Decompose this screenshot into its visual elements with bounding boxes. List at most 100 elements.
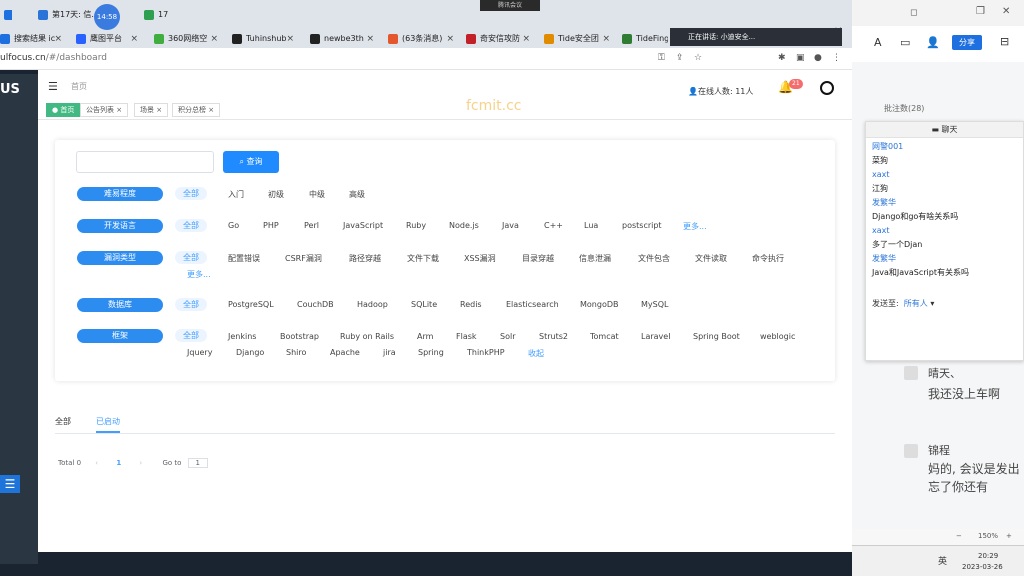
opt-db[interactable]: MySQL bbox=[641, 300, 668, 309]
opt-vuln[interactable]: XSS漏洞 bbox=[464, 253, 496, 264]
collapse-link[interactable]: 收起 bbox=[528, 348, 544, 359]
restore-icon[interactable]: ❐ bbox=[976, 6, 985, 17]
tag-notices[interactable]: 公告列表 × bbox=[80, 103, 129, 117]
key-icon[interactable]: ⚿ bbox=[658, 53, 665, 63]
tab-eagle[interactable]: 鹰图平台 × bbox=[76, 30, 138, 48]
window-restore-icon[interactable]: ◻ bbox=[910, 8, 917, 18]
hamburger-icon[interactable]: ☰ bbox=[48, 80, 58, 93]
zoom-level[interactable]: 150% bbox=[978, 532, 998, 540]
opt-language[interactable]: C++ bbox=[544, 221, 563, 230]
opt-vuln[interactable]: 配置错误 bbox=[228, 253, 260, 264]
tab-started[interactable]: 已启动 bbox=[96, 416, 120, 427]
tab-tidefinger[interactable]: TideFinger bbox=[622, 30, 668, 48]
more-language-link[interactable]: 更多... bbox=[683, 221, 707, 232]
tab-search[interactable]: 搜索结果 ic × bbox=[0, 30, 62, 48]
opt-language[interactable]: Go bbox=[228, 221, 239, 230]
opt-framework[interactable]: Bootstrap bbox=[280, 332, 319, 341]
opt-framework[interactable]: Ruby on Rails bbox=[340, 332, 394, 341]
share-button[interactable]: 分享 bbox=[952, 35, 982, 50]
opt-db[interactable]: Elasticsearch bbox=[506, 300, 559, 309]
opt-framework[interactable]: jira bbox=[383, 348, 396, 357]
zoom-in-icon[interactable]: + bbox=[1006, 532, 1012, 540]
opt-language[interactable]: Lua bbox=[584, 221, 598, 230]
sidebar-icon[interactable]: ▣ bbox=[796, 53, 805, 63]
opt-framework[interactable]: Spring bbox=[418, 348, 444, 357]
opt-vuln[interactable]: 文件下载 bbox=[407, 253, 439, 264]
opt-framework[interactable]: Arm bbox=[417, 332, 433, 341]
tag-scenes[interactable]: 场景 × bbox=[134, 103, 169, 117]
tab-github-1[interactable]: Tuhinshub × bbox=[232, 30, 294, 48]
share-icon[interactable]: ⇪ bbox=[676, 53, 684, 63]
tag-rank[interactable]: 积分总榜 × bbox=[172, 103, 221, 117]
opt-framework[interactable]: Tomcat bbox=[590, 332, 619, 341]
opt-framework[interactable]: weblogic bbox=[760, 332, 795, 341]
tab-360[interactable]: 360网络空 × bbox=[154, 30, 218, 48]
zoom-out-icon[interactable]: − bbox=[956, 532, 962, 540]
opt-vuln[interactable]: 命令执行 bbox=[752, 253, 784, 264]
opt-framework[interactable]: Django bbox=[236, 348, 264, 357]
opt-vuln[interactable]: CSRF漏洞 bbox=[285, 253, 322, 264]
opt-language-all[interactable]: 全部 bbox=[175, 219, 207, 232]
opt-difficulty[interactable]: 入门 bbox=[228, 189, 244, 200]
goto-input[interactable]: 1 bbox=[187, 458, 208, 468]
extensions-icon[interactable]: ✱ bbox=[778, 53, 786, 63]
opt-difficulty-all[interactable]: 全部 bbox=[175, 187, 207, 200]
opt-language[interactable]: Ruby bbox=[406, 221, 426, 230]
opt-framework[interactable]: Solr bbox=[500, 332, 515, 341]
opt-difficulty[interactable]: 中级 bbox=[309, 189, 325, 200]
tab-tide[interactable]: Tide安全团 × bbox=[544, 30, 610, 48]
tab-lesson[interactable]: 第17天: 信... bbox=[38, 6, 94, 24]
opt-db[interactable]: Hadoop bbox=[357, 300, 388, 309]
opt-db-all[interactable]: 全部 bbox=[175, 298, 207, 311]
opt-difficulty[interactable]: 高级 bbox=[349, 189, 365, 200]
more-vuln-link[interactable]: 更多... bbox=[187, 269, 211, 280]
user-add-icon[interactable]: 👤 bbox=[926, 36, 940, 49]
opt-framework[interactable]: ThinkPHP bbox=[467, 348, 505, 357]
opt-vuln-all[interactable]: 全部 bbox=[175, 251, 207, 264]
opt-framework[interactable]: Apache bbox=[330, 348, 360, 357]
opt-db[interactable]: Redis bbox=[460, 300, 482, 309]
menu-icon[interactable]: ☰ bbox=[0, 475, 20, 493]
opt-vuln[interactable]: 文件读取 bbox=[695, 253, 727, 264]
opt-db[interactable]: PostgreSQL bbox=[228, 300, 274, 309]
address-bar[interactable]: ulfocus.cn/#/dashboard ⚿ ⇪ ☆ ✱ ▣ ● ⋮ bbox=[0, 48, 852, 70]
opt-framework[interactable]: Spring Boot bbox=[693, 332, 740, 341]
opt-language[interactable]: Java bbox=[502, 221, 519, 230]
search-input[interactable] bbox=[76, 151, 214, 173]
opt-vuln[interactable]: 路径穿越 bbox=[349, 253, 381, 264]
tab-csdn[interactable]: (63条消息) × bbox=[388, 30, 454, 48]
opt-framework[interactable]: Shiro bbox=[286, 348, 306, 357]
chat-send-to[interactable]: 发送至: 所有人 ▾ bbox=[872, 298, 934, 309]
opt-framework[interactable]: Jenkins bbox=[228, 332, 256, 341]
opt-vuln[interactable]: 信息泄漏 bbox=[579, 253, 611, 264]
present-icon[interactable]: ▭ bbox=[900, 36, 910, 49]
menu-dots-icon[interactable]: ⋮ bbox=[832, 53, 841, 63]
tag-home[interactable]: ● 首页 bbox=[46, 103, 81, 117]
tab-counter[interactable]: 17 bbox=[144, 6, 184, 24]
star-icon[interactable]: ☆ bbox=[694, 53, 702, 63]
opt-language[interactable]: postscript bbox=[622, 221, 662, 230]
url-text[interactable]: ulfocus.cn/#/dashboard bbox=[0, 53, 107, 63]
opt-vuln[interactable]: 目录穿越 bbox=[522, 253, 554, 264]
bookmark-icon[interactable]: ⊟ bbox=[1000, 35, 1009, 48]
meeting-indicator[interactable]: 腾讯会议 bbox=[480, 0, 540, 11]
tab-all[interactable]: 全部 bbox=[55, 416, 71, 427]
opt-db[interactable]: CouchDB bbox=[297, 300, 334, 309]
prev-page-icon[interactable]: ‹ bbox=[95, 459, 98, 467]
opt-language[interactable]: Perl bbox=[304, 221, 319, 230]
opt-framework[interactable]: Laravel bbox=[641, 332, 670, 341]
opt-language[interactable]: JavaScript bbox=[343, 221, 383, 230]
search-button[interactable]: ⌕ 查询 bbox=[223, 151, 279, 173]
opt-language[interactable]: PHP bbox=[263, 221, 279, 230]
breadcrumb[interactable]: 首页 bbox=[71, 81, 87, 92]
meeting-time-bubble[interactable]: 14:58 bbox=[94, 4, 120, 30]
tab-qianxin[interactable]: 奇安信攻防 × bbox=[466, 30, 530, 48]
ime-indicator[interactable]: 英 bbox=[938, 554, 947, 567]
opt-db[interactable]: MongoDB bbox=[580, 300, 619, 309]
avatar[interactable] bbox=[820, 81, 834, 95]
opt-db[interactable]: SQLite bbox=[411, 300, 437, 309]
page-number[interactable]: 1 bbox=[116, 459, 121, 467]
opt-framework-all[interactable]: 全部 bbox=[175, 329, 207, 342]
opt-vuln[interactable]: 文件包含 bbox=[638, 253, 670, 264]
close-icon[interactable]: ✕ bbox=[1002, 6, 1010, 17]
